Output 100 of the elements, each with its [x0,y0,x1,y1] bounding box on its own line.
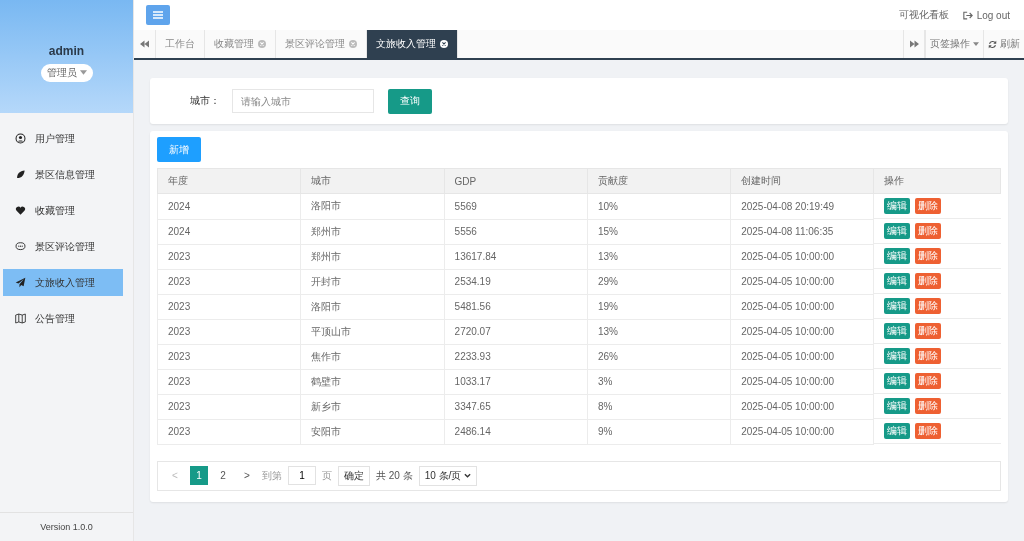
table-cell: 5569 [444,193,588,219]
edit-button[interactable]: 编辑 [884,423,911,439]
table-cell: 2024 [157,193,301,219]
refresh-icon [988,39,997,49]
version-label: Version 1.0.0 [0,512,133,541]
edit-button[interactable]: 编辑 [884,223,911,239]
table-cell: 2025-04-05 10:00:00 [730,244,874,269]
double-left-icon [140,40,149,48]
menu-item[interactable]: 用户管理 [3,125,123,152]
table-cell: 15% [587,219,731,244]
city-input[interactable]: 请输入城市 [232,89,374,113]
role-dropdown[interactable]: 管理员 [40,63,93,82]
edit-button[interactable]: 编辑 [884,198,911,214]
chevron-down-icon [464,473,472,478]
edit-button[interactable]: 编辑 [884,323,911,339]
delete-button[interactable]: 删除 [915,223,942,239]
table-cell: 2023 [157,269,301,294]
next-page-button[interactable]: > [238,466,256,485]
edit-button[interactable]: 编辑 [884,398,911,414]
edit-button[interactable]: 编辑 [884,348,911,364]
table-cell: 2025-04-05 10:00:00 [730,369,874,394]
page-tab[interactable]: 文旅收入管理 [367,30,458,58]
page-tab[interactable]: 收藏管理 [205,30,276,58]
column-header: GDP [444,168,588,194]
user-icon [15,133,26,144]
delete-button[interactable]: 删除 [915,398,942,414]
edit-button[interactable]: 编辑 [884,248,911,264]
delete-button[interactable]: 删除 [915,323,942,339]
add-button[interactable]: 新增 [157,137,201,162]
menu-item[interactable]: 公告管理 [3,305,123,332]
scroll-right-button[interactable] [903,30,925,58]
column-header: 操作 [874,168,1001,194]
table-cell: 13% [587,319,731,344]
table-cell: 2025-04-05 10:00:00 [730,269,874,294]
close-icon[interactable] [440,40,448,48]
table-cell: 13617.84 [444,244,588,269]
delete-button[interactable]: 删除 [915,348,942,364]
table-cell: 2023 [157,244,301,269]
page-input[interactable]: 1 [288,466,316,485]
edit-button[interactable]: 编辑 [884,373,911,389]
table-cell: 2025-04-05 10:00:00 [730,294,874,319]
table-cell: 13% [587,244,731,269]
menu-item[interactable]: 文旅收入管理 [3,269,123,296]
menu-item[interactable]: 景区评论管理 [3,233,123,260]
column-header: 贡献度 [587,168,731,194]
table-cell: 29% [587,269,731,294]
table-cell: 焦作市 [300,344,445,369]
dashboard-link[interactable]: 可视化看板 [898,8,949,22]
page-button[interactable]: 1 [190,466,208,485]
search-button[interactable]: 查询 [388,88,432,114]
table-cell: 2024 [157,219,301,244]
page-button[interactable]: 2 [214,466,232,485]
page-unit-label: 页 [322,468,332,483]
table-cell: 8% [587,394,731,419]
heart-icon [15,205,26,216]
table-cell: 3347.65 [444,394,588,419]
caret-icon [79,70,87,75]
table-cell: 9% [587,419,731,444]
table-cell: 郑州市 [300,219,445,244]
confirm-button[interactable]: 确定 [338,465,370,486]
table-cell: 2025-04-08 20:19:49 [730,193,874,219]
table-cell: 26% [587,344,731,369]
table-cell: 郑州市 [300,244,445,269]
delete-button[interactable]: 删除 [915,373,942,389]
table-cell: 2023 [157,294,301,319]
leaf-icon [15,169,26,180]
table-cell: 洛阳市 [300,294,445,319]
goto-label: 到第 [262,468,282,483]
page-size-select[interactable]: 10 条/页 [418,465,478,486]
table-cell: 2025-04-05 10:00:00 [730,344,874,369]
speech-bubble-icon [15,241,26,252]
edit-button[interactable]: 编辑 [884,273,911,289]
menu-item[interactable]: 收藏管理 [3,197,123,224]
prev-page-button[interactable]: < [166,466,184,485]
page-tab[interactable]: 工作台 [156,30,205,58]
map-icon [15,313,26,324]
menu-item[interactable]: 景区信息管理 [3,161,123,188]
column-header: 年度 [157,168,301,194]
table-cell: 2023 [157,369,301,394]
delete-button[interactable]: 删除 [915,248,942,264]
column-header: 创建时间 [730,168,874,194]
column-header: 城市 [300,168,445,194]
table-cell: 5556 [444,219,588,244]
table-cell: 2720.07 [444,319,588,344]
delete-button[interactable]: 删除 [915,298,942,314]
logout-link[interactable]: Log out [962,8,1010,22]
table-cell: 新乡市 [300,394,445,419]
table-cell: 1033.17 [444,369,588,394]
delete-button[interactable]: 删除 [915,198,942,214]
logout-icon [962,10,973,20]
table-cell: 2025-04-05 10:00:00 [730,419,874,444]
delete-button[interactable]: 删除 [915,423,942,439]
table-cell: 2025-04-08 11:06:35 [730,219,874,244]
delete-button[interactable]: 删除 [915,273,942,289]
edit-button[interactable]: 编辑 [884,298,911,314]
table-cell: 2023 [157,319,301,344]
caret-icon [973,42,979,46]
table-cell: 3% [587,369,731,394]
table-cell: 2486.14 [444,419,588,444]
total-count: 共 20 条 [376,468,413,483]
